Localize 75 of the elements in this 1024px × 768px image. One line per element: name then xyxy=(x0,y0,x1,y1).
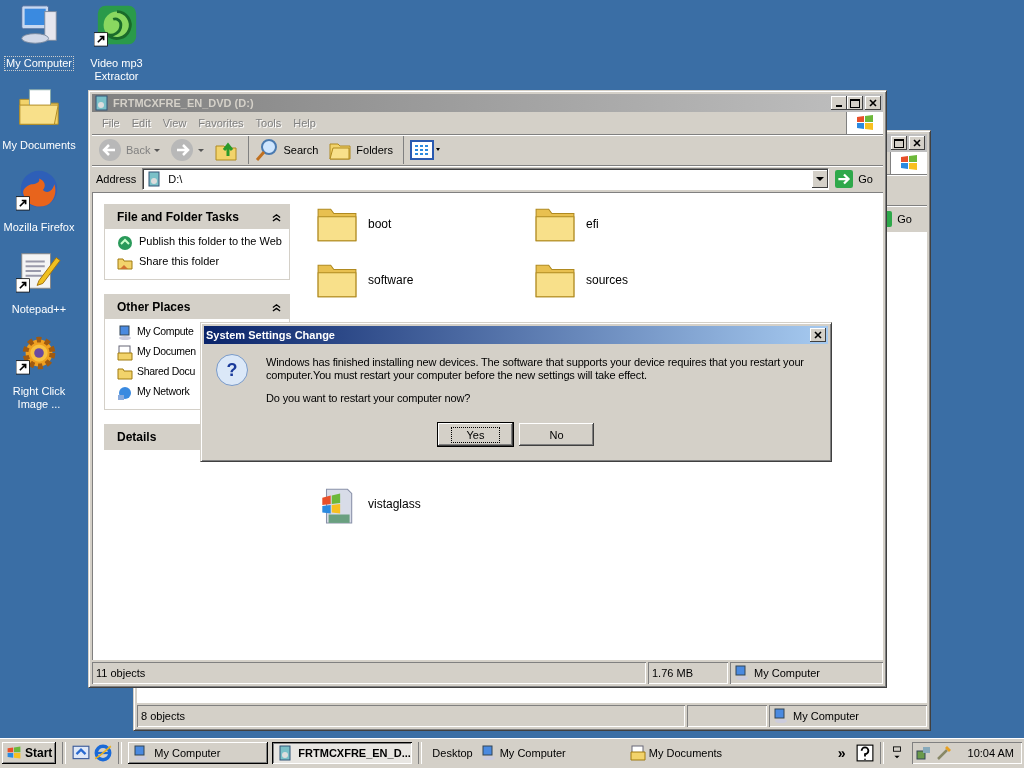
help-icon[interactable] xyxy=(855,744,874,762)
status-bar-cell: My Computer xyxy=(730,662,883,684)
taskbar-button[interactable]: FRTMCXFRE_EN_D... xyxy=(272,742,413,764)
desktop-icon-label[interactable]: Notepad++ xyxy=(9,302,69,317)
computer-icon xyxy=(117,325,133,341)
dialog-button[interactable]: No xyxy=(519,423,594,446)
dialog-button[interactable]: Yes xyxy=(438,423,513,446)
documents-icon xyxy=(629,745,646,761)
start-button[interactable]: Start xyxy=(2,742,57,764)
task-link[interactable]: Share this folder xyxy=(139,255,220,268)
toolbar-link[interactable]: My Computer xyxy=(480,745,566,761)
task-link[interactable]: Shared Docu xyxy=(137,365,195,378)
dropdown-button[interactable] xyxy=(812,170,829,188)
task-link[interactable]: Publish this folder to the Web xyxy=(139,235,282,248)
question-icon: ? xyxy=(216,354,248,386)
drive-icon xyxy=(94,95,110,111)
panel-header[interactable]: File and Folder Tasks xyxy=(105,205,289,229)
file-name[interactable]: software xyxy=(368,273,414,287)
status-bar-cell: 11 objects xyxy=(92,662,646,684)
toolbar-link[interactable]: My Documents xyxy=(629,745,723,761)
dialog-question: Do you want to restart your computer now? xyxy=(266,392,472,405)
browser-icon[interactable] xyxy=(94,744,113,762)
task-link[interactable]: My Network xyxy=(137,385,190,398)
window-title: FRTMCXFRE_EN_DVD (D:) xyxy=(113,97,254,109)
drive-icon xyxy=(277,745,294,761)
close-button[interactable] xyxy=(810,328,826,342)
computer-icon xyxy=(480,745,497,761)
taskbar-button[interactable]: My Computer xyxy=(128,742,269,764)
panel-header[interactable]: Other Places xyxy=(105,295,289,319)
collapse-icon[interactable] xyxy=(272,302,281,312)
windows-flag-icon xyxy=(855,113,875,133)
windows-flag-icon xyxy=(899,153,919,173)
dialog-message: Windows has finished installing new devices. The software that supports your device requires that you restart your computer.You must restart your computer before the new settings will take effect. xyxy=(266,356,805,382)
collapse-icon[interactable] xyxy=(272,212,281,222)
close-icon xyxy=(814,331,822,339)
desktop-icon-label[interactable]: Right Click Image ... xyxy=(0,384,78,412)
desktop-icon-label[interactable]: Mozilla Firefox xyxy=(1,220,77,235)
search-button[interactable]: Search xyxy=(248,136,323,164)
arrow-icon xyxy=(835,170,854,188)
task-link[interactable]: My Documen xyxy=(137,345,196,358)
folders-button[interactable]: Folders xyxy=(324,136,397,164)
status-bar-cell: 8 objects xyxy=(137,705,685,727)
desktop-icon[interactable] xyxy=(72,744,91,762)
clock: 10:04 AM xyxy=(967,747,1014,759)
close-icon xyxy=(869,99,877,107)
documents-icon xyxy=(117,345,133,361)
drive-icon xyxy=(146,171,163,187)
status-bar-cell: My Computer xyxy=(769,705,927,727)
task-link[interactable]: My Compute xyxy=(137,325,194,338)
file-name[interactable]: efi xyxy=(586,217,599,231)
close-icon xyxy=(913,139,921,147)
network-icon[interactable] xyxy=(915,745,932,761)
dialog-title: System Settings Change xyxy=(206,329,335,341)
share-icon xyxy=(117,255,133,271)
computer-icon xyxy=(734,665,750,681)
network-icon xyxy=(117,385,133,401)
search-icon xyxy=(255,138,280,162)
views-button[interactable] xyxy=(403,136,438,164)
more-chevron[interactable]: » xyxy=(837,745,846,761)
computer-icon xyxy=(773,708,789,724)
desktop-icon-label[interactable]: My Computer xyxy=(4,56,74,71)
folder-icon xyxy=(117,365,133,381)
computer-icon xyxy=(133,745,150,761)
address-field[interactable]: D:\ xyxy=(142,168,830,190)
go-button[interactable]: Go xyxy=(833,168,881,190)
status-bar-cell: 1.76 MB xyxy=(648,662,728,684)
toolbar-title: Desktop xyxy=(431,747,474,759)
windows-flag-icon xyxy=(6,745,22,761)
file-name[interactable]: vistaglass xyxy=(368,497,421,511)
file-name[interactable]: sources xyxy=(586,273,629,287)
globe-icon xyxy=(117,235,133,251)
desktop-icon-label[interactable]: Video mp3 Extractor xyxy=(78,56,155,84)
address-label: Address xyxy=(95,173,138,185)
file-name[interactable]: boot xyxy=(368,217,392,231)
desktop-icon-label[interactable]: My Documents xyxy=(0,138,78,153)
